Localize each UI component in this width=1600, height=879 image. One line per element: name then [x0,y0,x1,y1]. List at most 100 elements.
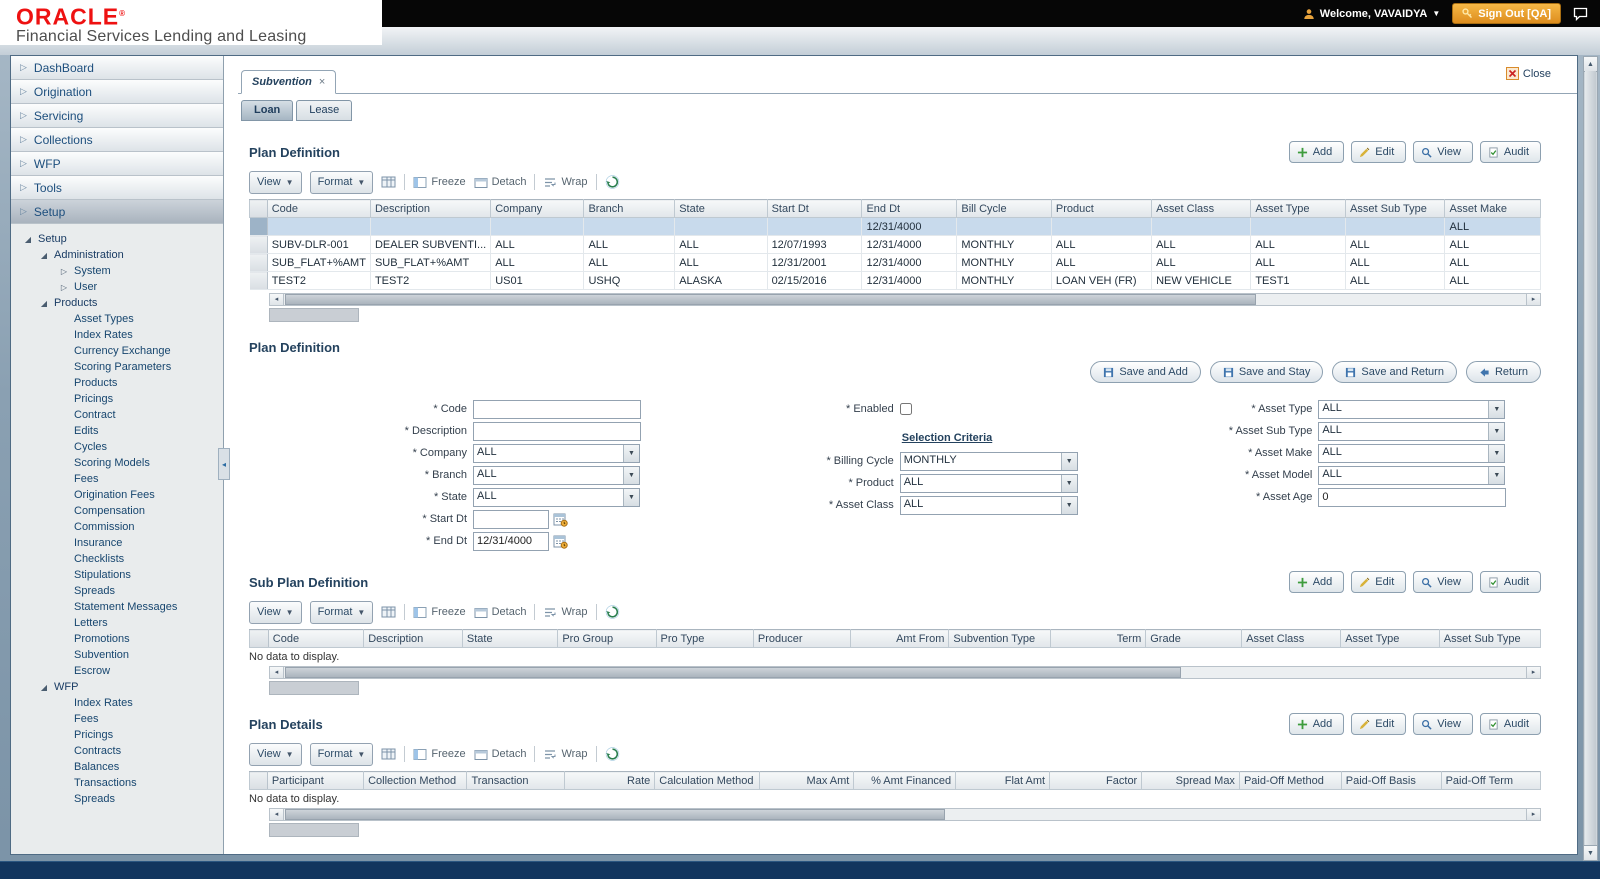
column-header[interactable]: Participant [267,772,363,790]
edit-button[interactable]: Edit [1351,713,1406,735]
format-menu-button[interactable]: Format▼ [310,601,374,624]
tab-lease[interactable]: Lease [296,100,352,121]
column-header[interactable]: Asset Class [1152,200,1251,218]
column-header[interactable]: Paid-Off Method [1239,772,1341,790]
column-header[interactable]: Bill Cycle [957,200,1051,218]
scroll-thumb[interactable] [285,294,1256,305]
asset-sub-type-select[interactable]: ALL▼ [1318,422,1505,441]
column-header[interactable]: Paid-Off Basis [1341,772,1441,790]
sidebar-item-servicing[interactable]: ▷Servicing [11,104,223,128]
tree-expanded-icon[interactable]: ◢ [39,299,49,308]
scroll-track[interactable] [284,667,1526,678]
sign-out-button[interactable]: Sign Out [QA] [1452,3,1561,24]
tree-leaf-scoring-parameters[interactable]: Scoring Parameters [11,359,223,375]
tab-loan[interactable]: Loan [241,100,293,121]
sidebar-item-origination[interactable]: ▷Origination [11,80,223,104]
column-header[interactable]: Asset Make [1445,200,1541,218]
tree-leaf-promotions[interactable]: Promotions [11,631,223,647]
grid-row[interactable]: SUBV-DLR-001DEALER SUBVENTI...ALLALLALL1… [250,236,1541,254]
tree-node-user[interactable]: ▷User [11,279,223,295]
asset-model-select[interactable]: ALL▼ [1318,466,1505,485]
state-select[interactable]: ALL▼ [473,488,640,507]
column-header[interactable]: Asset Type [1251,200,1346,218]
tree-collapsed-icon[interactable]: ▷ [59,267,69,276]
tree-leaf-contracts[interactable]: Contracts [11,743,223,759]
column-header[interactable]: State [675,200,767,218]
column-header[interactable]: Description [370,200,490,218]
company-select[interactable]: ALL▼ [473,444,640,463]
scroll-thumb[interactable] [285,809,945,820]
code-field[interactable] [473,400,641,419]
row-selector[interactable] [250,272,268,290]
grid-row[interactable]: TEST2TEST2US01USHQALASKA02/15/201612/31/… [250,272,1541,290]
tree-leaf-spreads[interactable]: Spreads [11,583,223,599]
asset-make-select[interactable]: ALL▼ [1318,444,1505,463]
scroll-right-arrow[interactable]: ▸ [1526,667,1540,678]
grid-row[interactable]: 12/31/4000ALL [250,218,1541,236]
description-field[interactable] [473,422,641,441]
column-header[interactable]: Factor [1050,772,1142,790]
column-header[interactable]: Start Dt [767,200,862,218]
column-header[interactable]: Rate [564,772,655,790]
save-and-return-button[interactable]: Save and Return [1332,361,1457,383]
tree-node-products[interactable]: ◢Products [11,295,223,311]
tree-leaf-transactions[interactable]: Transactions [11,775,223,791]
sidebar-item-setup[interactable]: ▷Setup [11,200,223,224]
tree-leaf-pricings[interactable]: Pricings [11,727,223,743]
tree-leaf-checklists[interactable]: Checklists [11,551,223,567]
tree-leaf-pricings[interactable]: Pricings [11,391,223,407]
horizontal-scrollbar[interactable]: ◂ ▸ [269,666,1541,679]
tree-leaf-letters[interactable]: Letters [11,615,223,631]
asset-class-select[interactable]: ALL▼ [900,496,1078,515]
tree-collapsed-icon[interactable]: ▷ [59,283,69,292]
tree-leaf-escrow[interactable]: Escrow [11,663,223,679]
save-and-add-button[interactable]: Save and Add [1090,361,1201,383]
tree-leaf-spreads[interactable]: Spreads [11,791,223,807]
format-menu-button[interactable]: Format▼ [310,171,374,194]
start-dt-field[interactable] [473,510,549,529]
horizontal-scrollbar[interactable]: ◂ ▸ [269,293,1541,306]
view-button[interactable]: View [1413,141,1473,163]
scroll-thumb[interactable] [285,667,1181,678]
end-dt-field[interactable] [473,532,549,551]
welcome-menu[interactable]: Welcome, VAVAIDYA ▼ [1303,8,1441,20]
calendar-icon[interactable] [553,512,568,527]
tree-leaf-compensation[interactable]: Compensation [11,503,223,519]
column-header[interactable]: Asset Class [1242,630,1341,648]
detach-button[interactable]: Detach [474,606,527,619]
add-button[interactable]: Add [1289,571,1345,593]
column-header[interactable]: Flat Amt [956,772,1050,790]
tree-node-system[interactable]: ▷System [11,263,223,279]
tree-leaf-products[interactable]: Products [11,375,223,391]
sidebar-item-dashboard[interactable]: ▷DashBoard [11,56,223,80]
branch-select[interactable]: ALL▼ [473,466,640,485]
asset-age-field[interactable] [1318,488,1506,507]
freeze-button[interactable]: Freeze [413,606,465,619]
tree-leaf-index-rates[interactable]: Index Rates [11,695,223,711]
tree-node-administration[interactable]: ◢Administration [11,247,223,263]
tree-leaf-edits[interactable]: Edits [11,423,223,439]
freeze-button[interactable]: Freeze [413,176,465,189]
billing-cycle-select[interactable]: MONTHLY▼ [900,452,1078,471]
column-header[interactable]: Code [267,200,370,218]
row-selector[interactable] [250,218,268,236]
scroll-track[interactable] [284,809,1526,820]
detach-button[interactable]: Detach [474,748,527,761]
close-tab-control[interactable]: Close [1506,67,1551,80]
view-button[interactable]: View [1413,571,1473,593]
query-by-example-icon[interactable] [381,605,396,619]
refresh-icon[interactable] [605,605,620,619]
sidebar-item-collections[interactable]: ▷Collections [11,128,223,152]
refresh-icon[interactable] [605,175,620,189]
scroll-left-arrow[interactable]: ◂ [270,667,284,678]
column-header[interactable]: Transaction [467,772,564,790]
sidebar-collapse-button[interactable]: ◂ [218,448,230,480]
view-menu-button[interactable]: View▼ [249,743,302,766]
scroll-left-arrow[interactable]: ◂ [270,294,284,305]
return-button[interactable]: Return [1466,361,1541,383]
scroll-thumb[interactable] [1585,71,1596,846]
tab-subvention[interactable]: Subvention × [241,70,336,94]
calendar-icon[interactable] [553,534,568,549]
column-header[interactable]: Asset Type [1341,630,1440,648]
scroll-right-arrow[interactable]: ▸ [1526,809,1540,820]
